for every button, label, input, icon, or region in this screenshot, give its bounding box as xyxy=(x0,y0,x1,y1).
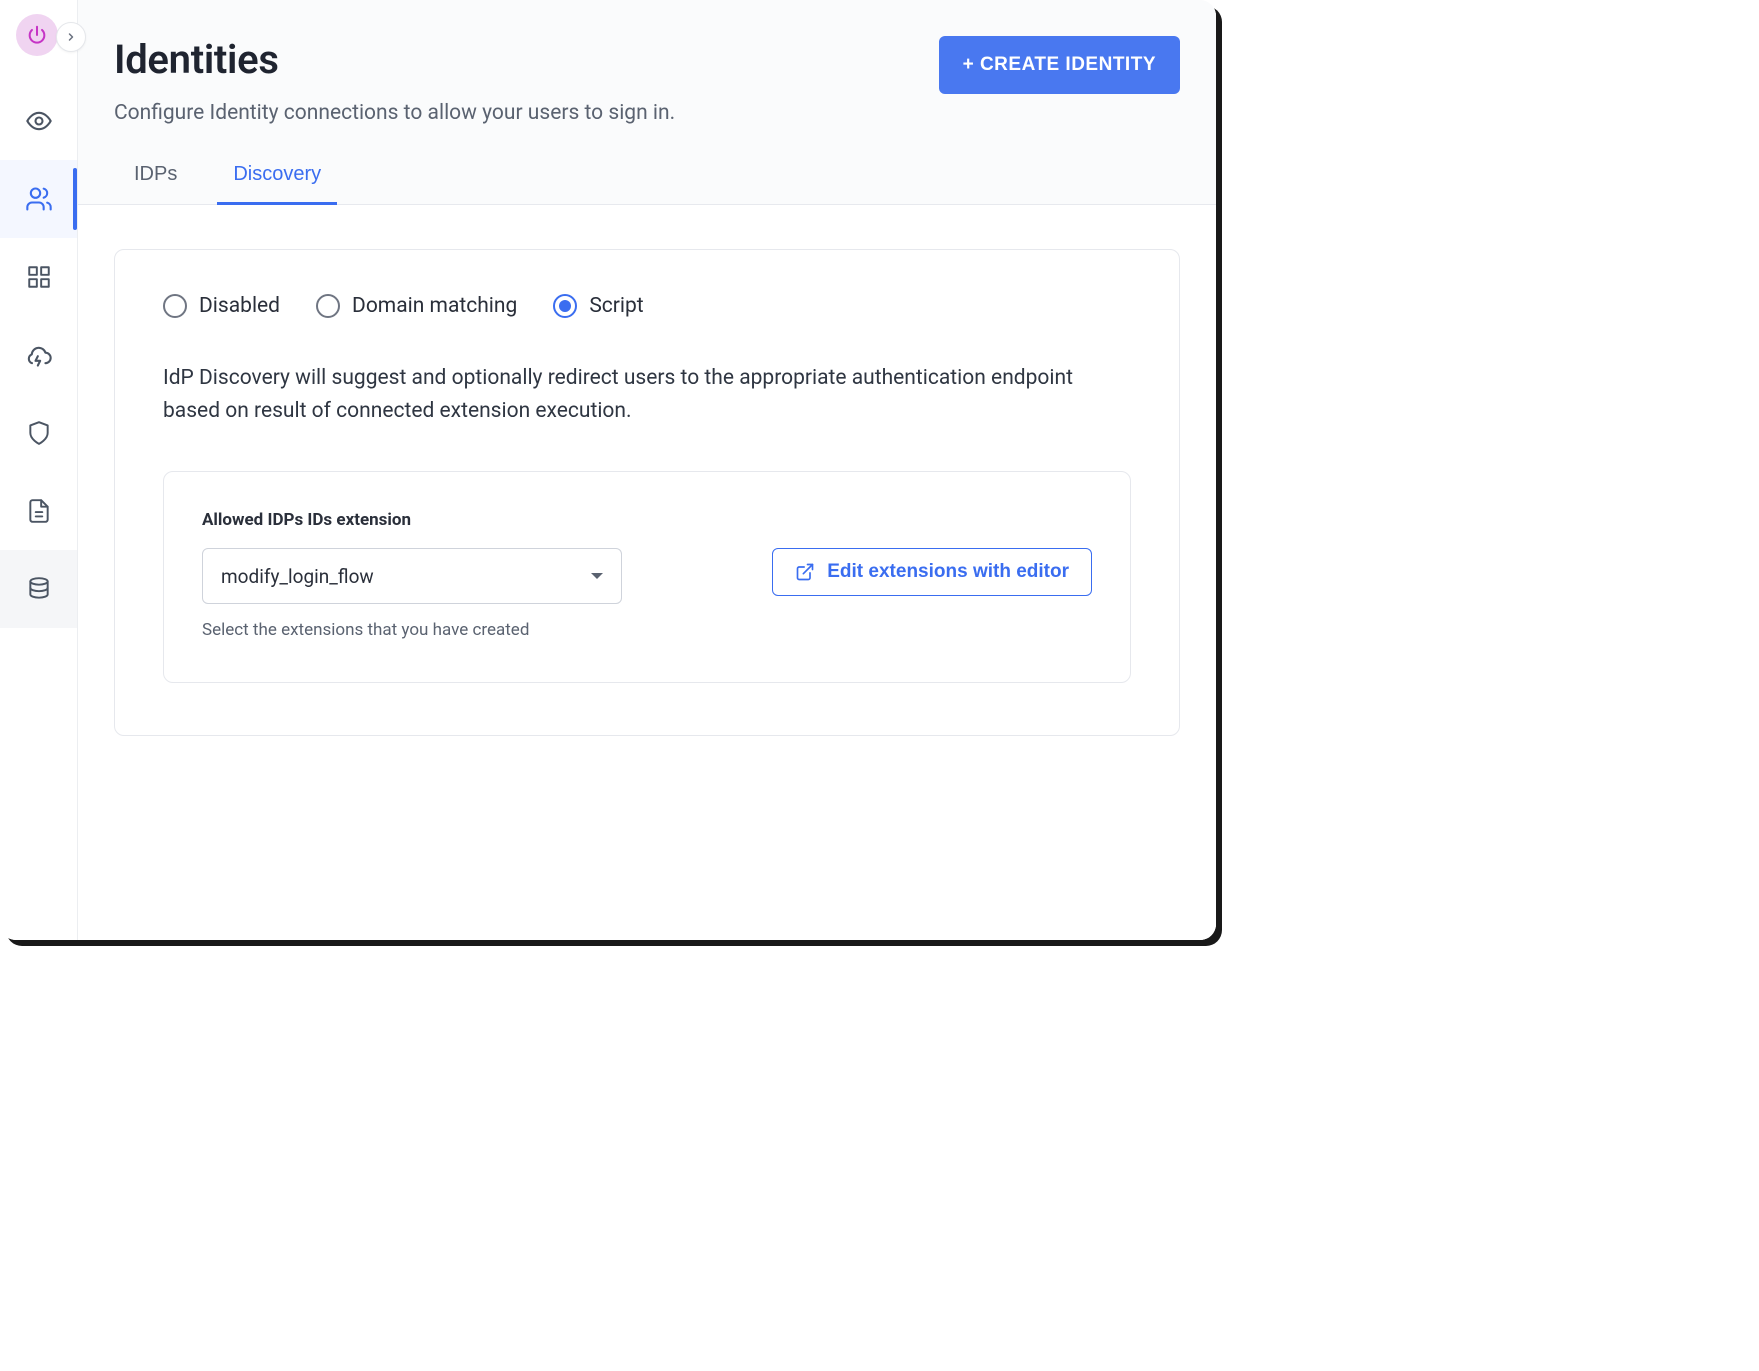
content-area: Disabled Domain matching Script IdP Disc… xyxy=(78,205,1216,940)
sidebar-item-events[interactable] xyxy=(0,316,77,394)
radio-domain-matching[interactable]: Domain matching xyxy=(316,294,517,318)
extension-select[interactable]: modify_login_flow xyxy=(202,548,622,604)
radio-script[interactable]: Script xyxy=(553,294,643,318)
discovery-card: Disabled Domain matching Script IdP Disc… xyxy=(114,249,1180,736)
app-logo[interactable] xyxy=(16,14,58,56)
radio-disabled[interactable]: Disabled xyxy=(163,294,280,318)
discovery-description: IdP Discovery will suggest and optionall… xyxy=(163,362,1131,427)
sidebar-item-docs[interactable] xyxy=(0,472,77,550)
sidebar-item-data[interactable] xyxy=(0,550,77,628)
radio-circle-icon xyxy=(316,294,340,318)
app-frame: Identities Configure Identity connection… xyxy=(0,0,1216,940)
file-text-icon xyxy=(26,498,52,524)
extension-field: Allowed IDPs IDs extension modify_login_… xyxy=(202,510,622,640)
edit-extensions-label: Edit extensions with editor xyxy=(827,561,1069,583)
cloud-lightning-icon xyxy=(25,341,53,369)
radio-label: Script xyxy=(589,294,643,318)
page-title: Identities xyxy=(114,36,675,83)
radio-circle-icon xyxy=(163,294,187,318)
sidebar-item-identities[interactable] xyxy=(0,160,77,238)
edit-extensions-button[interactable]: Edit extensions with editor xyxy=(772,548,1092,596)
create-identity-button[interactable]: + CREATE IDENTITY xyxy=(939,36,1180,94)
header-text: Identities Configure Identity connection… xyxy=(114,36,675,125)
sidebar-item-security[interactable] xyxy=(0,394,77,472)
tab-idps[interactable]: IDPs xyxy=(126,153,185,204)
chevron-right-icon xyxy=(65,31,77,43)
radio-circle-icon xyxy=(553,294,577,318)
expand-sidebar-button[interactable] xyxy=(56,22,86,52)
page-header: Identities Configure Identity connection… xyxy=(78,0,1216,125)
eye-icon xyxy=(25,107,53,135)
users-icon xyxy=(25,185,53,213)
external-link-icon xyxy=(795,562,815,582)
tabs: IDPs Discovery xyxy=(78,153,1216,205)
power-icon xyxy=(26,24,48,46)
caret-down-icon xyxy=(591,573,603,579)
sidebar-nav xyxy=(0,82,77,628)
extension-field-help: Select the extensions that you have crea… xyxy=(202,620,622,640)
extension-field-label: Allowed IDPs IDs extension xyxy=(202,510,622,530)
radio-label: Disabled xyxy=(199,294,280,318)
main-panel: Identities Configure Identity connection… xyxy=(78,0,1216,940)
sidebar-item-overview[interactable] xyxy=(0,82,77,160)
discovery-mode-radio-group: Disabled Domain matching Script xyxy=(163,294,1131,318)
radio-label: Domain matching xyxy=(352,294,517,318)
page-subtitle: Configure Identity connections to allow … xyxy=(114,101,675,125)
logo-wrap xyxy=(16,14,62,60)
database-icon xyxy=(26,576,52,602)
sidebar-item-apps[interactable] xyxy=(0,238,77,316)
grid-icon xyxy=(26,264,52,290)
extension-select-value: modify_login_flow xyxy=(221,565,374,588)
extension-panel: Allowed IDPs IDs extension modify_login_… xyxy=(163,471,1131,683)
shield-icon xyxy=(26,420,52,446)
sidebar xyxy=(0,0,78,940)
tab-discovery[interactable]: Discovery xyxy=(225,153,329,204)
